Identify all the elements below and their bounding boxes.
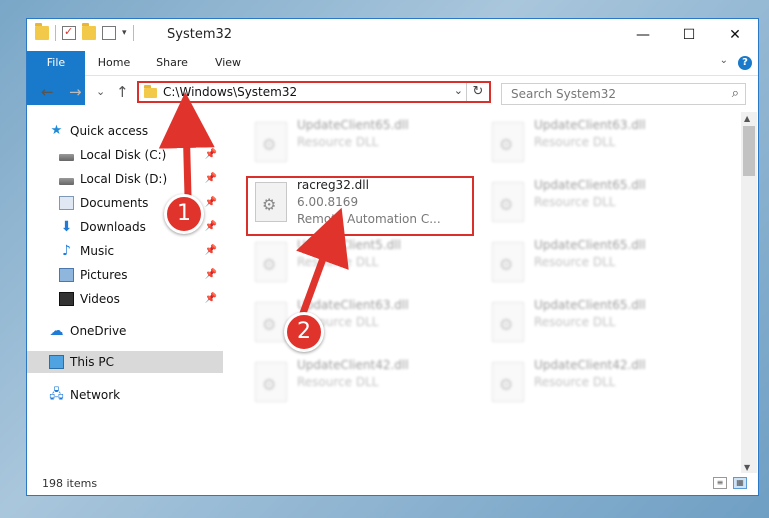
step-badge-1: 1 — [164, 194, 204, 234]
arrow-to-address-bar — [158, 92, 215, 200]
arrow-to-racreg32 — [296, 207, 349, 320]
annotation-arrows — [158, 92, 349, 320]
step-badge-2: 2 — [284, 312, 324, 352]
